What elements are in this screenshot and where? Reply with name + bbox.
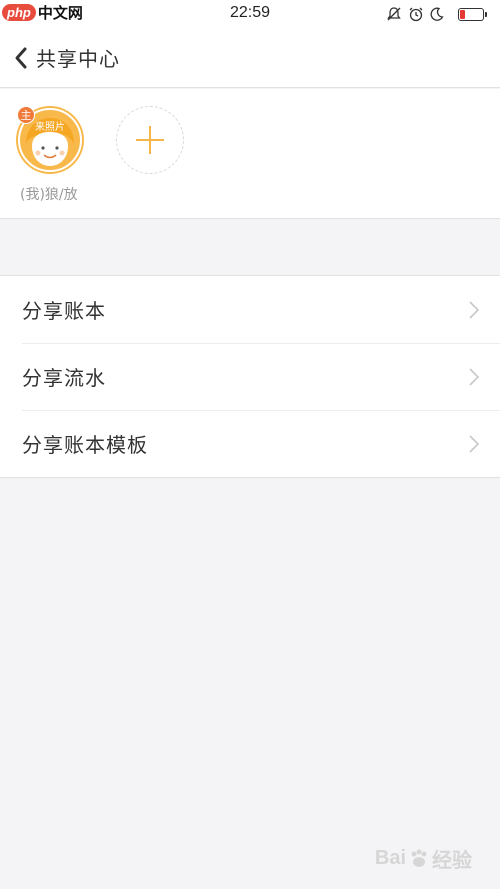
battery-icon (458, 7, 487, 21)
back-button[interactable]: 共享中心 (0, 28, 120, 88)
status-bar: php 中文网 22:59 (0, 0, 500, 28)
battery-level (460, 9, 465, 19)
members-section: 来照片 主 (我)狼/放 (0, 89, 500, 219)
watermark-brand-cn: 经验 (432, 850, 472, 872)
chevron-right-icon (469, 368, 480, 386)
owner-badge: 主 (17, 106, 35, 124)
moon-icon (430, 7, 444, 21)
menu-item-share-book[interactable]: 分享账本 (0, 276, 500, 343)
menu-item-label: 分享账本模板 (22, 433, 148, 457)
status-icons (386, 5, 487, 23)
plus-icon (136, 126, 164, 154)
alarm-icon (409, 7, 423, 22)
nav-bar: 共享中心 (0, 28, 500, 88)
menu-item-share-flow[interactable]: 分享流水 (0, 343, 500, 410)
add-member-button[interactable] (116, 106, 184, 174)
baidu-watermark: Bai 经验 (375, 844, 472, 873)
share-menu: 分享账本 分享流水 分享账本模板 (0, 275, 500, 478)
owner-name: (我)狼/放 (20, 187, 78, 203)
chevron-right-icon (469, 301, 480, 319)
paw-icon (411, 849, 427, 867)
mute-bell-icon (387, 7, 401, 21)
chevron-right-icon (469, 435, 480, 453)
chevron-left-icon (15, 47, 27, 68)
menu-item-label: 分享账本 (22, 299, 106, 323)
menu-item-label: 分享流水 (22, 366, 106, 390)
watermark-brand: Bai (374, 847, 406, 869)
page-title: 共享中心 (36, 47, 120, 71)
menu-item-share-template[interactable]: 分享账本模板 (0, 410, 500, 477)
